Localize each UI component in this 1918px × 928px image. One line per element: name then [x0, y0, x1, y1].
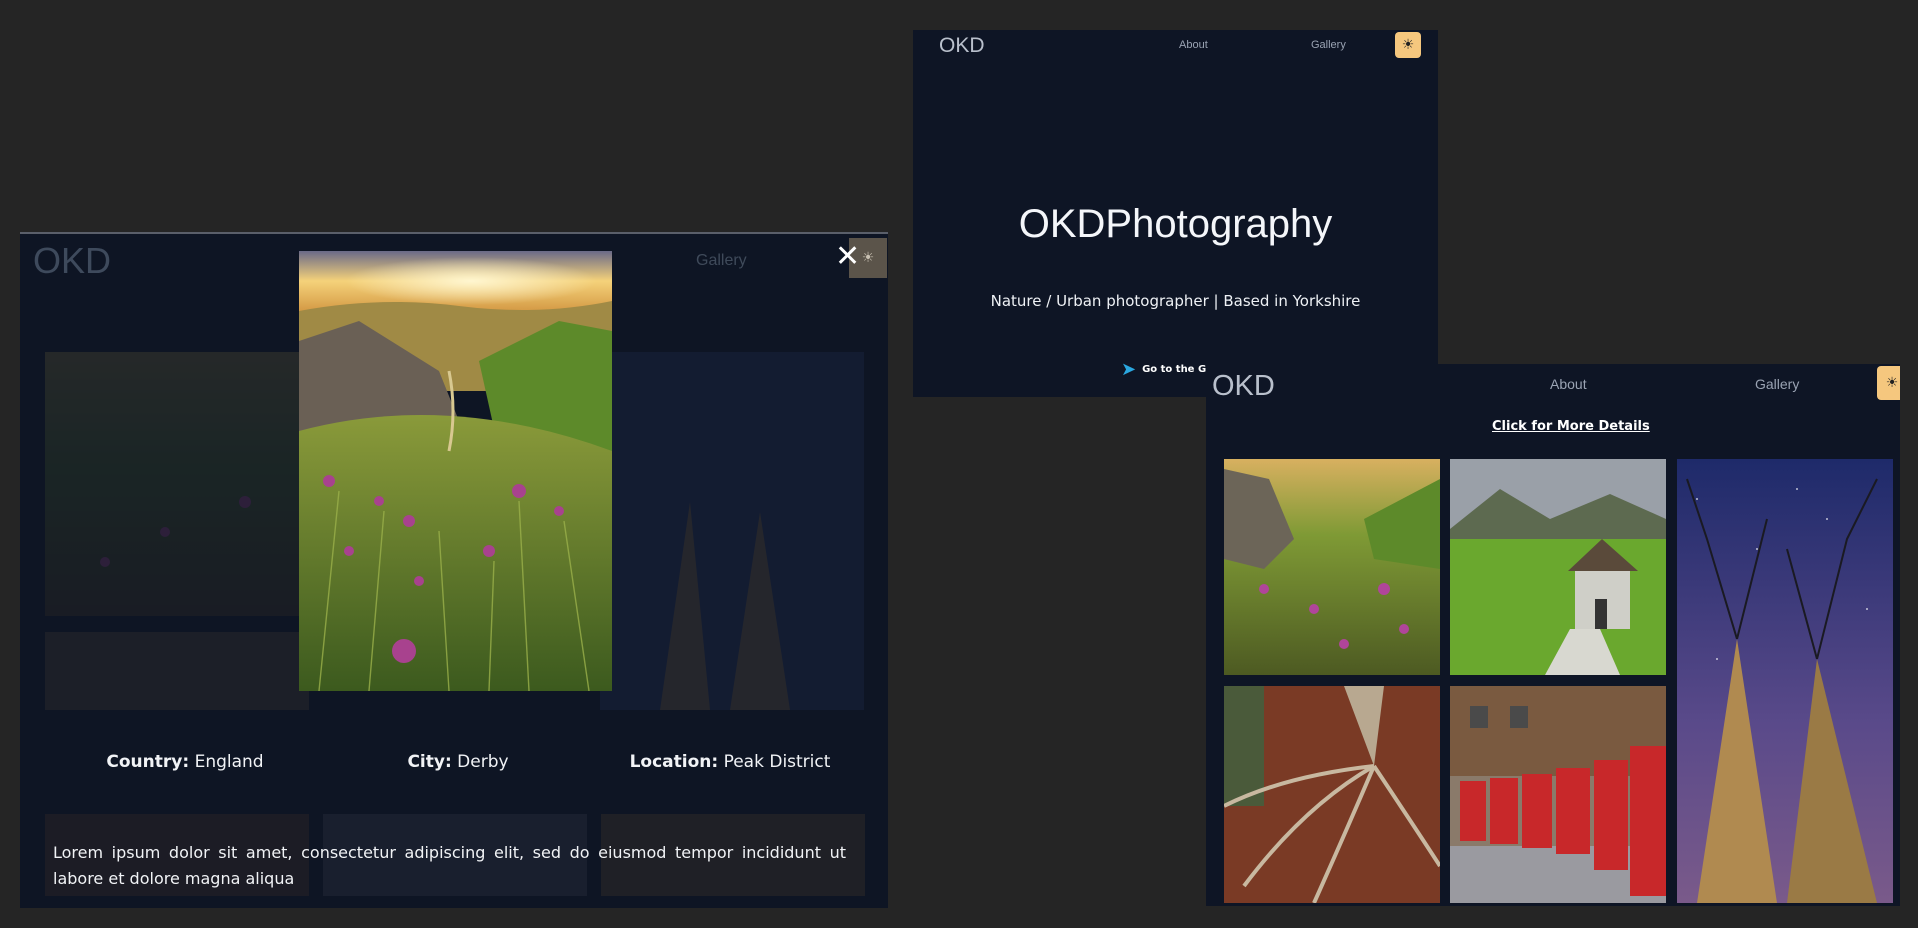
nav-about[interactable]: About — [1550, 376, 1587, 392]
location-value: Peak District — [723, 752, 831, 772]
city-label: City: — [407, 752, 452, 772]
tree-stars-photo[interactable] — [1677, 459, 1893, 903]
location-label: Location: — [629, 752, 719, 772]
gallery-frame: OKD About Gallery ☀ Click for More Detai… — [1206, 364, 1900, 906]
brand-logo[interactable]: OKD — [33, 240, 111, 282]
go-to-gallery-link[interactable]: ➤ Go to the Ga — [1121, 359, 1213, 380]
nav-gallery[interactable]: Gallery — [1755, 376, 1799, 392]
city-value: Derby — [457, 752, 509, 772]
hero-title: OKDPhotography — [1018, 202, 1333, 246]
tree-roots-photo[interactable] — [1224, 686, 1440, 903]
country-value: England — [194, 752, 264, 772]
theme-toggle-button[interactable]: ☀ — [1877, 366, 1900, 400]
nav-about[interactable]: About — [1179, 39, 1208, 51]
city-info: City: Derby — [318, 752, 598, 772]
modal-view-frame: OKD Gallery ☀ ✕ Country: England City: D… — [20, 232, 888, 908]
cta-label: Go to the Ga — [1142, 364, 1213, 375]
sun-icon: ☀ — [861, 250, 875, 266]
hero-subtitle: Nature / Urban photographer | Based in Y… — [990, 292, 1361, 310]
chapel-photo[interactable] — [1450, 459, 1666, 675]
close-icon[interactable]: ✕ — [835, 242, 860, 272]
country-info: Country: England — [45, 752, 325, 772]
sun-icon: ☀ — [1401, 37, 1415, 53]
location-info: Location: Peak District — [590, 752, 870, 772]
more-details-link[interactable]: Click for More Details — [1492, 419, 1650, 434]
theme-toggle-button[interactable]: ☀ — [1395, 32, 1421, 58]
brand-logo[interactable]: OKD — [939, 34, 985, 58]
thistle-valley-photo[interactable] — [1224, 459, 1440, 675]
nav-gallery[interactable]: Gallery — [696, 252, 747, 270]
send-arrow-icon: ➤ — [1121, 359, 1137, 380]
photo-description: Lorem ipsum dolor sit amet, consectetur … — [53, 843, 846, 888]
nav-gallery[interactable]: Gallery — [1311, 39, 1346, 51]
brand-logo[interactable]: OKD — [1212, 370, 1275, 403]
landing-frame: OKD About Gallery ☀ OKDPhotography Natur… — [913, 30, 1438, 397]
country-label: Country: — [106, 752, 190, 772]
modal-thistle-valley-photo — [299, 251, 612, 691]
phone-boxes-photo[interactable] — [1450, 686, 1666, 903]
sun-icon: ☀ — [1885, 375, 1899, 391]
